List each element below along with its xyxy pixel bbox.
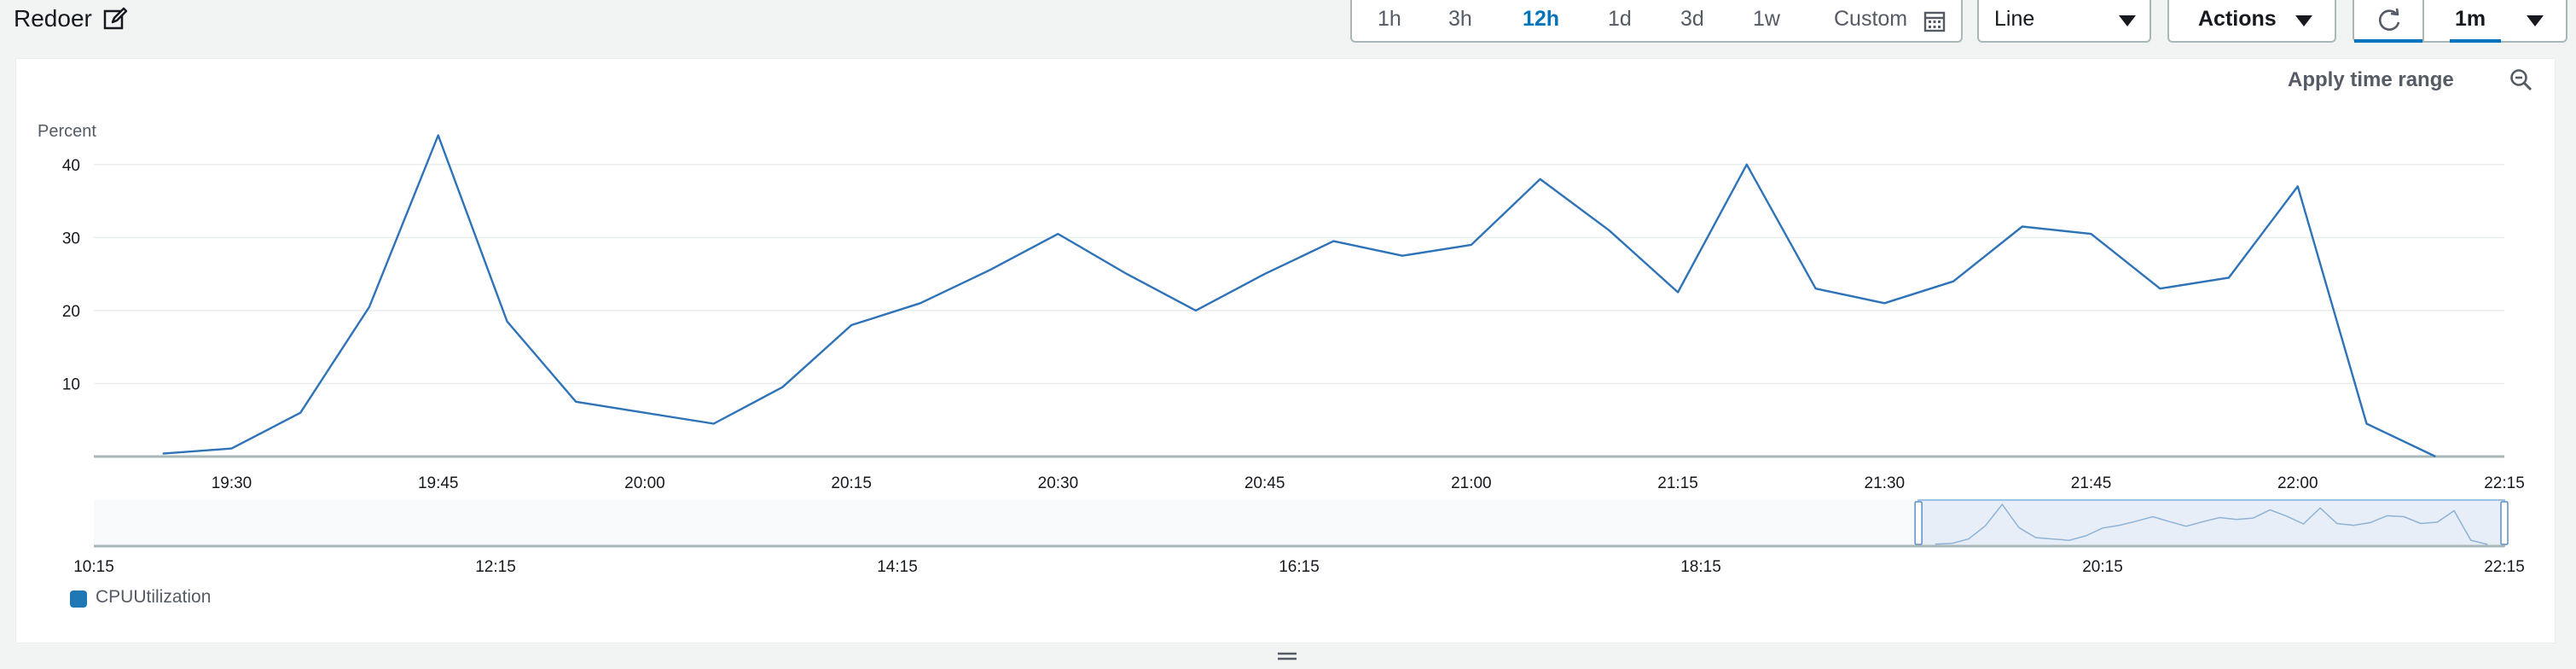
y-tick-label: 40 <box>62 157 80 175</box>
data-point[interactable] <box>363 301 375 313</box>
data-point[interactable] <box>432 130 444 142</box>
x-tick-label: 21:00 <box>1451 474 1492 492</box>
data-point[interactable] <box>1603 224 1615 236</box>
overview-x-tick-label: 16:15 <box>1279 558 1320 576</box>
data-point[interactable] <box>225 443 237 455</box>
x-tick-label: 19:45 <box>418 474 459 492</box>
x-tick-label: 21:45 <box>2071 474 2112 492</box>
x-tick-label: 22:00 <box>2277 474 2318 492</box>
brush-handle-right[interactable] <box>2500 501 2509 545</box>
brush-handle-left[interactable] <box>1914 501 1923 545</box>
data-point[interactable] <box>1947 276 1959 288</box>
series-line-cpuutilization[interactable] <box>162 134 2436 458</box>
y-tick-label: 10 <box>62 375 80 393</box>
overview-x-tick-label: 10:15 <box>73 558 114 576</box>
overview-x-ticks: 10:15 12:15 14:15 16:15 18:15 20:15 22:15 <box>73 558 2525 576</box>
data-point[interactable] <box>845 319 857 331</box>
data-point[interactable] <box>776 381 788 393</box>
data-point[interactable] <box>501 316 513 328</box>
x-tick-label: 20:15 <box>831 474 872 492</box>
data-point[interactable] <box>2086 228 2097 240</box>
legend-label-cpuutilization: CPUUtilization <box>96 587 212 607</box>
data-point[interactable] <box>1327 236 1339 247</box>
series-lines <box>157 130 2441 462</box>
legend-swatch <box>70 590 87 608</box>
data-point[interactable] <box>2223 271 2235 283</box>
data-point[interactable] <box>1810 282 1822 294</box>
x-tick-label: 22:15 <box>2484 474 2525 492</box>
overview-selection[interactable] <box>1917 499 2505 547</box>
data-point[interactable] <box>1190 305 1202 317</box>
overview-x-tick-label: 14:15 <box>877 558 918 576</box>
data-point[interactable] <box>294 407 306 419</box>
data-point[interactable] <box>1259 268 1271 280</box>
data-point[interactable] <box>1121 268 1133 280</box>
data-point[interactable] <box>2292 180 2304 192</box>
data-point[interactable] <box>1396 250 1408 262</box>
data-point[interactable] <box>1535 173 1546 185</box>
overview-x-tick-label: 20:15 <box>2082 558 2123 576</box>
data-point[interactable] <box>1741 159 1753 171</box>
x-tick-label: 19:30 <box>212 474 252 492</box>
x-tick-label: 20:00 <box>624 474 665 492</box>
y-axis-label: Percent <box>38 122 96 141</box>
x-axis-ticks: 19:30 19:45 20:00 20:15 20:30 20:45 21:00 21:15… <box>212 474 2525 492</box>
x-tick-label: 20:30 <box>1038 474 1079 492</box>
y-tick-label: 20 <box>62 303 80 321</box>
data-point[interactable] <box>1672 287 1684 299</box>
cpu-utilization-chart[interactable]: Percent 10 20 30 40 19:30 19:45 20:00 20:15 20:… <box>0 0 2576 669</box>
data-point[interactable] <box>2429 451 2441 462</box>
data-point[interactable] <box>2154 282 2166 294</box>
data-point[interactable] <box>2361 418 2373 430</box>
data-point[interactable] <box>914 297 926 309</box>
data-point[interactable] <box>2016 221 2028 233</box>
y-tick-label: 30 <box>62 230 80 247</box>
y-axis-ticks: 10 20 30 40 <box>62 157 80 394</box>
data-point[interactable] <box>1052 228 1064 240</box>
data-point[interactable] <box>570 396 582 408</box>
data-point[interactable] <box>983 265 995 276</box>
data-point[interactable] <box>157 448 169 460</box>
resize-handle-icon[interactable] <box>1278 650 1297 662</box>
data-point[interactable] <box>1465 239 1477 251</box>
overview-x-tick-label: 12:15 <box>475 558 516 576</box>
data-point[interactable] <box>639 407 651 419</box>
x-tick-label: 20:45 <box>1244 474 1285 492</box>
overview-x-tick-label: 22:15 <box>2484 558 2525 576</box>
overview-x-tick-label: 18:15 <box>1680 558 1721 576</box>
data-point[interactable] <box>1878 297 1890 309</box>
grid-lines <box>94 164 2504 458</box>
x-tick-label: 21:15 <box>1657 474 1698 492</box>
data-point[interactable] <box>708 418 720 430</box>
overview-brush <box>94 499 2509 548</box>
x-tick-label: 21:30 <box>1865 474 1906 492</box>
